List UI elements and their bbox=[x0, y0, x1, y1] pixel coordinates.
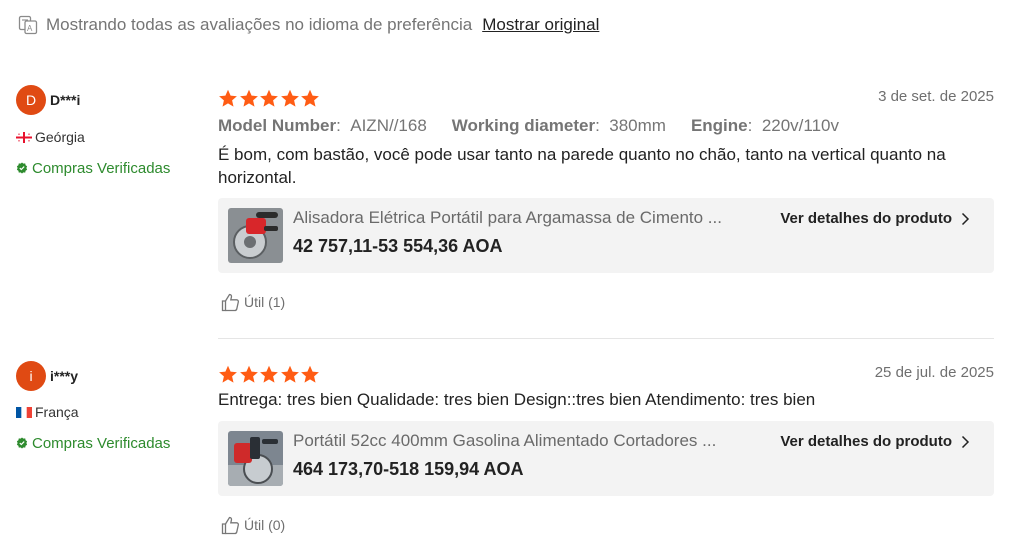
star-icon bbox=[239, 365, 258, 383]
avatar: D bbox=[16, 85, 46, 115]
product-price: 464 173,70-518 159,94 AOA bbox=[293, 459, 524, 479]
helpful-count: Útil (1) bbox=[244, 294, 286, 310]
thumbs-up-icon bbox=[221, 516, 240, 534]
product-thumbnail[interactable] bbox=[228, 208, 283, 263]
georgia-flag-icon bbox=[16, 131, 32, 143]
helpful-count: Útil (0) bbox=[244, 517, 286, 533]
svg-text:A: A bbox=[27, 24, 33, 33]
star-icon bbox=[260, 89, 278, 107]
review-text: É bom, com bastão, você pode usar tanto … bbox=[218, 145, 946, 187]
show-original-link[interactable]: Mostrar original bbox=[482, 15, 599, 35]
product-title[interactable]: Alisadora Elétrica Portátil para Argamas… bbox=[293, 208, 722, 228]
review-divider bbox=[218, 338, 994, 339]
review-text: Entrega: tres bien Qualidade: tres bien … bbox=[218, 390, 816, 409]
sku-attribute: Working diameter: 380mm bbox=[451, 116, 666, 135]
chevron-right-icon bbox=[961, 435, 970, 448]
review-date: 25 de jul. de 2025 bbox=[874, 364, 994, 381]
france-flag-icon bbox=[16, 406, 32, 418]
star-icon bbox=[219, 365, 237, 383]
reviewer-info: D D***i Geórgia Compras Verificadas bbox=[16, 84, 206, 177]
translation-notice-bar: A Mostrando todas as avaliações no idiom… bbox=[18, 13, 599, 37]
star-icon bbox=[301, 365, 319, 383]
verified-purchase-label: Compras Verificadas bbox=[32, 434, 171, 452]
reviewer-info: i i***y França Compras Verificadas bbox=[16, 360, 206, 452]
reviewer-name: D***i bbox=[50, 92, 81, 108]
reviewer-country: França bbox=[35, 404, 79, 420]
view-product-details-link[interactable]: Ver detalhes do produto bbox=[780, 210, 970, 227]
view-product-details-link[interactable]: Ver detalhes do produto bbox=[780, 433, 970, 450]
star-rating bbox=[218, 365, 321, 384]
avatar: i bbox=[16, 361, 46, 391]
star-icon bbox=[219, 89, 237, 107]
sku-attribute: Engine: 220v/110v bbox=[690, 116, 840, 135]
star-icon bbox=[239, 89, 258, 107]
sku-attribute: Model Number: AIZN//168 bbox=[218, 116, 427, 135]
review-content: 25 de jul. de 2025 Entrega: tres bien Qu… bbox=[218, 360, 994, 536]
product-thumbnail[interactable] bbox=[228, 431, 283, 486]
thumbs-up-icon bbox=[221, 293, 240, 311]
verified-badge-icon bbox=[16, 162, 28, 174]
product-price: 42 757,11-53 554,36 AOA bbox=[293, 236, 503, 256]
translate-icon: A bbox=[18, 15, 38, 35]
star-icon bbox=[301, 89, 319, 107]
star-icon bbox=[280, 89, 299, 107]
view-product-details-label: Ver detalhes do produto bbox=[780, 210, 952, 227]
helpful-button[interactable]: Útil (0) bbox=[218, 514, 994, 536]
star-rating bbox=[218, 89, 321, 108]
review-date: 3 de set. de 2025 bbox=[878, 88, 994, 105]
verified-purchase-label: Compras Verificadas bbox=[32, 159, 171, 177]
review-content: 3 de set. de 2025 Model Number: AIZN//16… bbox=[218, 84, 994, 313]
product-card[interactable]: Alisadora Elétrica Portátil para Argamas… bbox=[218, 198, 994, 273]
sku-attributes: Model Number: AIZN//168 Working diameter… bbox=[218, 113, 994, 139]
reviewer-country: Geórgia bbox=[35, 129, 85, 145]
view-product-details-label: Ver detalhes do produto bbox=[780, 433, 952, 450]
reviewer-name: i***y bbox=[50, 368, 79, 384]
star-icon bbox=[260, 365, 278, 383]
translation-notice-text: Mostrando todas as avaliações no idioma … bbox=[46, 15, 473, 34]
star-icon bbox=[280, 365, 299, 383]
helpful-button[interactable]: Útil (1) bbox=[218, 291, 994, 313]
verified-badge-icon bbox=[16, 437, 28, 449]
product-card[interactable]: Portátil 52cc 400mm Gasolina Alimentado … bbox=[218, 421, 994, 496]
product-title[interactable]: Portátil 52cc 400mm Gasolina Alimentado … bbox=[293, 431, 716, 451]
chevron-right-icon bbox=[961, 212, 970, 225]
